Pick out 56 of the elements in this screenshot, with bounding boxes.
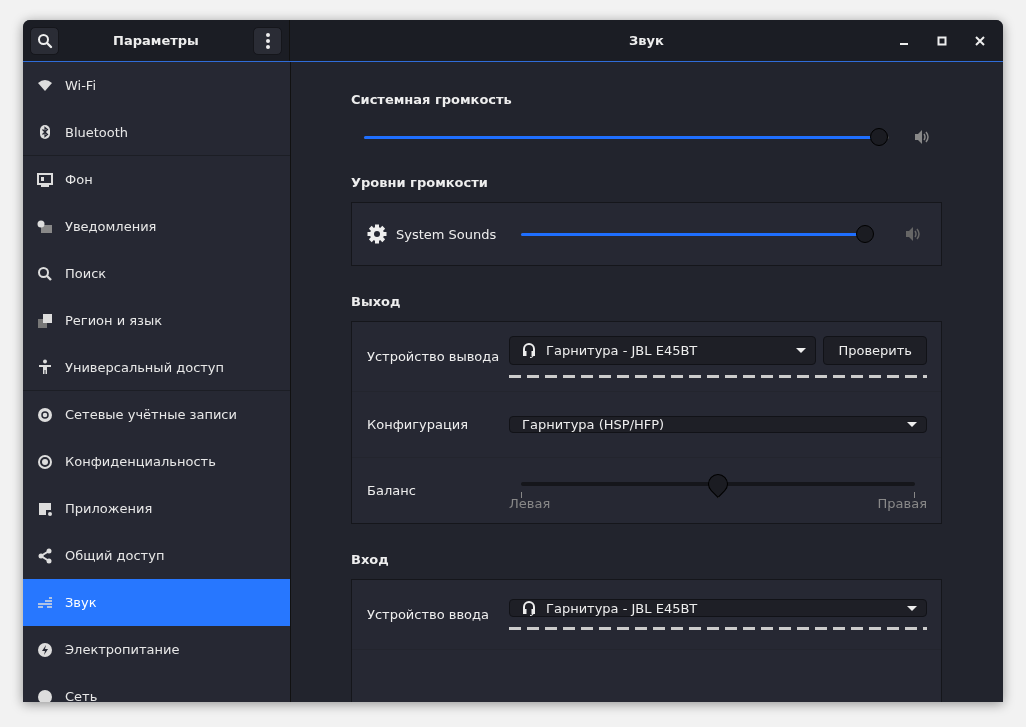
section-heading: Выход [351, 294, 402, 309]
volume-slider[interactable] [520, 224, 872, 244]
gear-icon [367, 224, 387, 244]
apps-icon [37, 500, 53, 517]
close-icon [975, 35, 985, 46]
sound-icon [37, 594, 53, 611]
volume-slider[interactable] [363, 127, 890, 147]
sidebar-item[interactable]: Bluetooth [23, 109, 290, 156]
sidebar-item[interactable]: Электропитание [23, 626, 290, 673]
sidebar-item[interactable]: Универсальный доступ [23, 344, 290, 391]
sidebar-item[interactable]: Wi-Fi [23, 62, 290, 109]
stream-name: System Sounds [396, 226, 498, 242]
search-button[interactable] [30, 26, 59, 55]
field-label: Устройство вывода [367, 349, 501, 364]
headset-icon [522, 600, 536, 616]
power-icon [37, 641, 53, 658]
configuration-dropdown[interactable]: Гарнитура (HSP/HFP) [509, 416, 927, 433]
output-device-dropdown[interactable]: Гарнитура - JBL E45BT [509, 335, 817, 365]
test-button[interactable]: Проверить [823, 335, 927, 365]
sidebar-item[interactable]: Конфиденциальность [23, 438, 290, 485]
sidebar-item[interactable]: Общий доступ [23, 532, 290, 579]
display-icon [37, 171, 53, 188]
speaker-icon[interactable] [914, 129, 930, 145]
field-label: Конфигурация [367, 417, 470, 432]
search-icon [37, 265, 53, 282]
field-label: Баланс [367, 483, 417, 498]
sidebar-item[interactable]: Фон [23, 156, 290, 203]
privacy-icon [37, 453, 53, 470]
section-heading: Системная громкость [351, 92, 513, 107]
section-heading: Вход [351, 552, 390, 567]
sidebar-item[interactable]: Приложения [23, 485, 290, 532]
notification-icon [37, 218, 53, 235]
window-title: Звук [629, 33, 664, 48]
sidebar-item[interactable]: Регион и язык [23, 297, 290, 344]
person-icon [37, 359, 53, 375]
sidebar-item[interactable]: Сетевые учётные записи [23, 391, 290, 438]
maximize-icon [937, 35, 947, 46]
search-icon [36, 32, 53, 49]
input-device-dropdown[interactable]: Гарнитура - JBL E45BT [509, 599, 927, 617]
menu-icon [265, 32, 270, 49]
right-label: Правая [877, 496, 927, 511]
menu-button[interactable] [253, 26, 282, 55]
field-label: Устройство ввода [367, 607, 490, 622]
sidebar-item[interactable]: Сеть [23, 673, 290, 702]
minimize-icon [900, 42, 908, 45]
sidebar-item[interactable]: Уведомления [23, 203, 290, 250]
sidebar-item[interactable]: Звук [23, 579, 290, 626]
language-icon [37, 312, 53, 329]
speaker-icon[interactable] [905, 226, 921, 242]
sidebar-title: Параметры [113, 33, 199, 48]
bluetooth-icon [37, 124, 53, 140]
headset-icon [522, 342, 536, 358]
section-heading: Уровни громкости [351, 175, 489, 190]
share-icon [37, 547, 53, 564]
sidebar-item[interactable]: Поиск [23, 250, 290, 297]
left-label: Левая [509, 496, 551, 511]
